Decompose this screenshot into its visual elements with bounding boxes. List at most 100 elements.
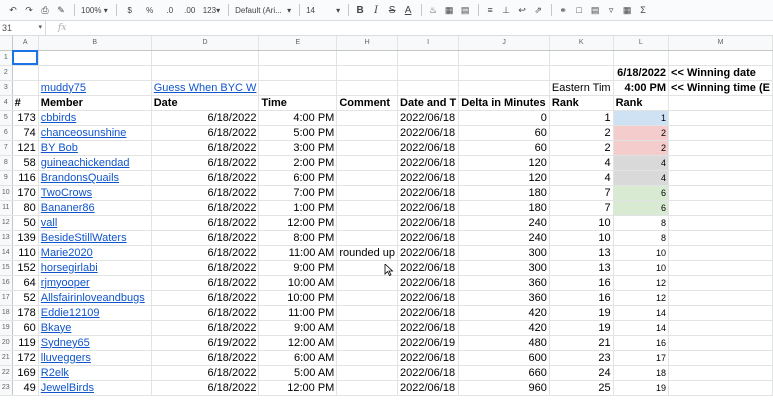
chart-icon[interactable]: ▤ bbox=[588, 2, 602, 18]
row-header[interactable]: 4 bbox=[0, 95, 13, 111]
cell-num[interactable]: 64 bbox=[12, 275, 39, 291]
cell-time[interactable]: 10:00 PM bbox=[258, 290, 338, 306]
cell-num[interactable]: 178 bbox=[12, 305, 39, 321]
row-header[interactable]: 12 bbox=[0, 215, 13, 231]
cell[interactable] bbox=[668, 140, 773, 156]
cell-num[interactable]: 173 bbox=[12, 110, 39, 126]
column-header[interactable]: E bbox=[258, 36, 338, 51]
cell-member-link[interactable]: BY Bob bbox=[38, 140, 152, 156]
cell-comment[interactable] bbox=[336, 215, 399, 231]
cell-date[interactable]: 6/18/2022 bbox=[151, 125, 260, 141]
cell[interactable] bbox=[397, 80, 460, 96]
cell-delta[interactable]: 120 bbox=[458, 170, 550, 186]
cell-date[interactable]: 6/18/2022 bbox=[151, 305, 260, 321]
cell-date[interactable]: 6/18/2022 bbox=[151, 320, 260, 336]
cell-time[interactable]: 10:00 AM bbox=[258, 275, 338, 291]
cell-rank-2[interactable]: 4 bbox=[613, 170, 670, 186]
cell[interactable] bbox=[151, 65, 260, 81]
cell[interactable] bbox=[668, 350, 773, 366]
cell-comment[interactable] bbox=[336, 140, 399, 156]
bold-button[interactable]: B bbox=[353, 2, 367, 18]
cell-time[interactable]: 3:00 PM bbox=[258, 140, 338, 156]
cell-date[interactable]: 6/18/2022 bbox=[151, 185, 260, 201]
cell-time[interactable]: 5:00 AM bbox=[258, 365, 338, 381]
cell-rank[interactable]: 4 bbox=[549, 155, 614, 171]
cell-delta[interactable]: 300 bbox=[458, 245, 550, 261]
cell[interactable] bbox=[668, 110, 773, 126]
cell[interactable] bbox=[336, 80, 399, 96]
row-header[interactable]: 18 bbox=[0, 305, 13, 321]
cell-time[interactable]: 6:00 PM bbox=[258, 170, 338, 186]
cell[interactable] bbox=[668, 125, 773, 141]
cell-member-link[interactable]: R2elk bbox=[38, 365, 152, 381]
cell-delta[interactable]: 180 bbox=[458, 200, 550, 216]
cell-time[interactable]: 1:00 PM bbox=[258, 200, 338, 216]
cell-rank-2[interactable]: 12 bbox=[613, 275, 670, 291]
cell[interactable] bbox=[397, 50, 460, 66]
cell-date-and-time[interactable]: 2022/06/18 bbox=[397, 290, 460, 306]
cell[interactable] bbox=[668, 335, 773, 351]
cell-comment[interactable] bbox=[336, 230, 399, 246]
cell-num[interactable]: 170 bbox=[12, 185, 39, 201]
cell[interactable] bbox=[258, 50, 338, 66]
row-header[interactable]: 9 bbox=[0, 170, 13, 186]
text-rotate-icon[interactable]: ⇗ bbox=[531, 2, 545, 18]
header-member[interactable]: Member bbox=[38, 95, 152, 111]
cell[interactable] bbox=[38, 65, 152, 81]
cell-comment[interactable]: rounded up bbox=[336, 245, 399, 261]
cell-rank[interactable]: 19 bbox=[549, 305, 614, 321]
vertical-align-icon[interactable]: ⊥ bbox=[499, 2, 513, 18]
cell[interactable] bbox=[258, 80, 338, 96]
header-num[interactable]: # bbox=[12, 95, 39, 111]
cell-comment[interactable] bbox=[336, 290, 399, 306]
row-header[interactable]: 20 bbox=[0, 335, 13, 351]
cell[interactable] bbox=[12, 80, 39, 96]
cell-member-link[interactable]: guineachickendad bbox=[38, 155, 152, 171]
cell-delta[interactable]: 60 bbox=[458, 140, 550, 156]
redo-icon[interactable]: ↷ bbox=[22, 2, 36, 18]
header-time[interactable]: Time bbox=[258, 95, 338, 111]
cell[interactable] bbox=[668, 275, 773, 291]
cell-date-and-time[interactable]: 2022/06/18 bbox=[397, 125, 460, 141]
font-size-select[interactable]: 14 ▾ bbox=[304, 2, 342, 18]
cell[interactable] bbox=[38, 50, 152, 66]
cell[interactable] bbox=[668, 365, 773, 381]
cell-comment[interactable] bbox=[336, 185, 399, 201]
strikethrough-button[interactable]: S bbox=[385, 2, 399, 18]
cell[interactable] bbox=[336, 65, 399, 81]
winning-time-value[interactable]: 4:00 PM bbox=[613, 80, 670, 96]
cell-num[interactable]: 74 bbox=[12, 125, 39, 141]
row-header[interactable]: 11 bbox=[0, 200, 13, 216]
cell-date[interactable]: 6/18/2022 bbox=[151, 290, 260, 306]
cell-delta[interactable]: 600 bbox=[458, 350, 550, 366]
font-select[interactable]: Default (Ari... ▾ bbox=[233, 2, 293, 18]
cell[interactable] bbox=[458, 65, 550, 81]
cell-date-and-time[interactable]: 2022/06/19 bbox=[397, 335, 460, 351]
cell-num[interactable]: 139 bbox=[12, 230, 39, 246]
muddy-link[interactable]: muddy75 bbox=[38, 80, 152, 96]
row-header[interactable]: 23 bbox=[0, 380, 13, 396]
row-header[interactable]: 16 bbox=[0, 275, 13, 291]
cell-comment[interactable] bbox=[336, 110, 399, 126]
cell-rank[interactable]: 10 bbox=[549, 215, 614, 231]
cell-comment[interactable] bbox=[336, 350, 399, 366]
cell-date[interactable]: 6/18/2022 bbox=[151, 230, 260, 246]
cell-member-link[interactable]: rjmyooper bbox=[38, 275, 152, 291]
cell-rank[interactable]: 7 bbox=[549, 185, 614, 201]
cell-date-and-time[interactable]: 2022/06/18 bbox=[397, 215, 460, 231]
row-header[interactable]: 2 bbox=[0, 65, 13, 81]
name-box[interactable]: 31 ▾ bbox=[0, 21, 46, 35]
cell[interactable] bbox=[458, 80, 550, 96]
cell-rank-2[interactable]: 14 bbox=[613, 305, 670, 321]
cell-rank[interactable]: 10 bbox=[549, 230, 614, 246]
italic-button[interactable]: I bbox=[369, 2, 383, 18]
link-icon[interactable]: ⚭ bbox=[556, 2, 570, 18]
cell-rank-2[interactable]: 14 bbox=[613, 320, 670, 336]
cell-date-and-time[interactable]: 2022/06/18 bbox=[397, 200, 460, 216]
cell-comment[interactable] bbox=[336, 155, 399, 171]
cell-date[interactable]: 6/18/2022 bbox=[151, 380, 260, 396]
header-rank-2[interactable]: Rank bbox=[613, 95, 670, 111]
cell-date-and-time[interactable]: 2022/06/18 bbox=[397, 305, 460, 321]
column-header[interactable]: L bbox=[613, 36, 670, 51]
cell-member-link[interactable]: Bananer86 bbox=[38, 200, 152, 216]
